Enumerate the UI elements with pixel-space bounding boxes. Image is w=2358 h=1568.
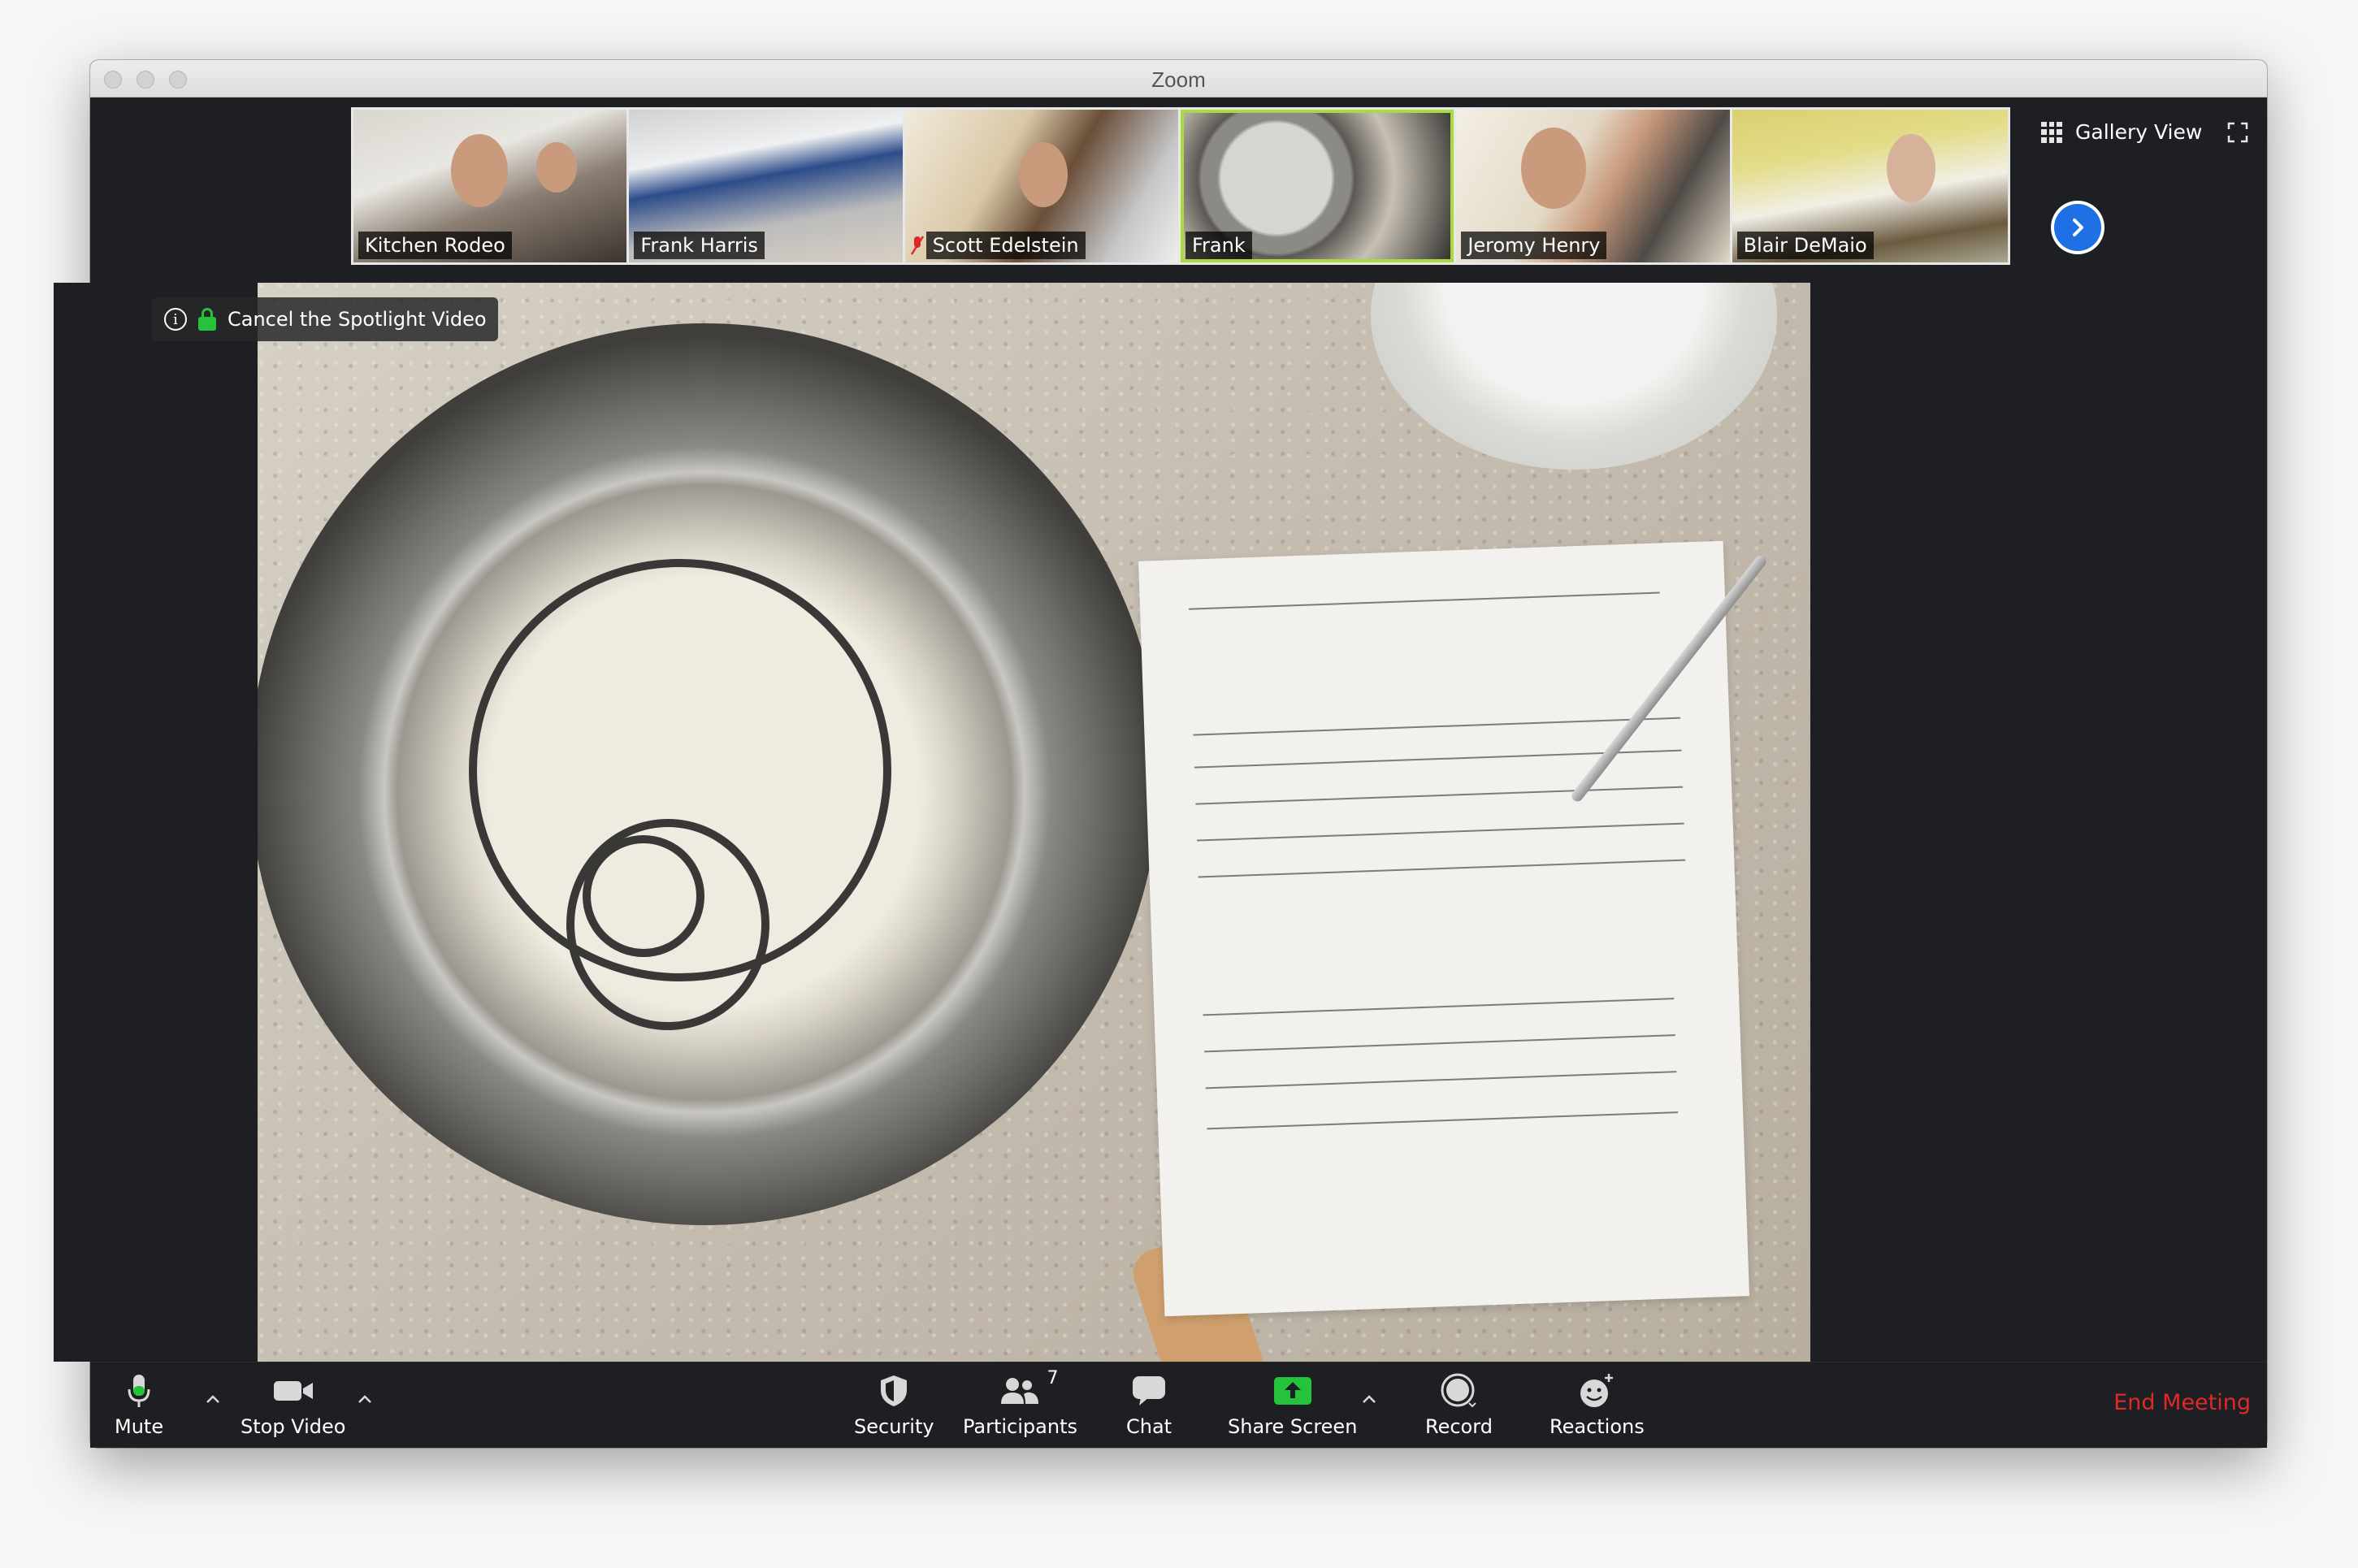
- share-screen-button[interactable]: Share Screen: [1228, 1362, 1357, 1449]
- video-options-chevron-up-icon[interactable]: [356, 1390, 374, 1408]
- meeting-toolbar: Mute Stop Video Security 7 Participants …: [90, 1362, 2267, 1448]
- security-button[interactable]: Security: [854, 1362, 934, 1449]
- participant-tile-jeromy-henry[interactable]: Jeromy Henry: [1456, 110, 1732, 262]
- record-label: Record: [1425, 1415, 1493, 1438]
- shield-icon: [881, 1375, 908, 1406]
- audio-options-chevron-up-icon[interactable]: [204, 1390, 222, 1408]
- recipe-sheet: [1138, 540, 1750, 1317]
- participants-button[interactable]: 7 Participants: [963, 1362, 1077, 1449]
- mute-label: Mute: [115, 1415, 164, 1438]
- participant-strip: Kitchen Rodeo Frank Harris Scott Edelste…: [90, 97, 2267, 278]
- lock-icon: [198, 308, 216, 331]
- end-meeting-button[interactable]: End Meeting: [2113, 1390, 2251, 1415]
- participant-video: [536, 142, 577, 193]
- participant-video: [1886, 134, 1935, 202]
- reactions-smiley-icon: [1580, 1374, 1614, 1407]
- participants-icon: [1001, 1378, 1039, 1404]
- participant-name: Jeromy Henry: [1461, 232, 1607, 259]
- main-video-right-margin: [1810, 283, 2124, 1362]
- record-icon: [1441, 1373, 1477, 1408]
- participant-count-badge: 7: [1047, 1368, 1059, 1388]
- participant-tile-kitchen-rodeo[interactable]: Kitchen Rodeo: [353, 110, 630, 262]
- next-page-button[interactable]: [2051, 201, 2104, 254]
- chevron-right-icon: [2073, 219, 2083, 236]
- participant-tile-frank[interactable]: Frank: [1180, 110, 1457, 262]
- chat-label: Chat: [1126, 1415, 1172, 1438]
- participant-name: Scott Edelstein: [925, 232, 1086, 259]
- gallery-view-button[interactable]: Gallery View: [2041, 120, 2202, 144]
- participant-thumbnails: Kitchen Rodeo Frank Harris Scott Edelste…: [351, 107, 2010, 265]
- mute-button[interactable]: Mute: [115, 1362, 163, 1449]
- info-icon[interactable]: i: [164, 308, 187, 331]
- microphone-icon: [128, 1375, 150, 1407]
- reactions-button[interactable]: Reactions: [1550, 1362, 1645, 1449]
- cancel-spotlight-label[interactable]: Cancel the Spotlight Video: [228, 308, 487, 331]
- participant-name: Blair DeMaio: [1736, 232, 1874, 259]
- participant-tile-scott-edelstein[interactable]: Scott Edelstein: [904, 110, 1181, 262]
- reactions-label: Reactions: [1550, 1415, 1645, 1438]
- video-camera-icon: [273, 1381, 313, 1401]
- participant-name: Frank Harris: [634, 232, 765, 259]
- stop-video-button[interactable]: Stop Video: [241, 1362, 345, 1449]
- participant-tile-frank-harris[interactable]: Frank Harris: [629, 110, 905, 262]
- main-video-left-margin: [54, 283, 258, 1362]
- share-screen-label: Share Screen: [1228, 1415, 1358, 1438]
- window-title: Zoom: [1151, 67, 1206, 92]
- record-button[interactable]: Record: [1425, 1362, 1493, 1449]
- dough-whisk-core: [583, 835, 704, 957]
- chat-bubble-icon: [1133, 1376, 1166, 1406]
- participant-name: Kitchen Rodeo: [358, 232, 512, 259]
- security-label: Security: [854, 1415, 934, 1438]
- mic-muted-icon: [910, 236, 924, 255]
- participant-name: Frank: [1185, 232, 1252, 259]
- participants-label: Participants: [963, 1415, 1077, 1438]
- chat-button[interactable]: Chat: [1126, 1362, 1172, 1449]
- gallery-view-label: Gallery View: [2075, 120, 2203, 144]
- share-options-chevron-up-icon[interactable]: [1360, 1390, 1378, 1408]
- share-screen-icon: [1273, 1377, 1311, 1405]
- participant-tile-blair-demaio[interactable]: Blair DeMaio: [1732, 110, 2008, 262]
- participant-video: [1521, 128, 1587, 209]
- spotlight-bar[interactable]: i Cancel the Spotlight Video: [151, 297, 498, 341]
- grid-icon: [2041, 121, 2062, 143]
- spotlight-video: [258, 283, 1810, 1362]
- stop-video-label: Stop Video: [241, 1415, 346, 1438]
- fullscreen-icon[interactable]: [2227, 122, 2248, 143]
- title-bar: Zoom: [90, 60, 2267, 97]
- participant-video: [1018, 142, 1068, 207]
- participant-video: [451, 134, 508, 207]
